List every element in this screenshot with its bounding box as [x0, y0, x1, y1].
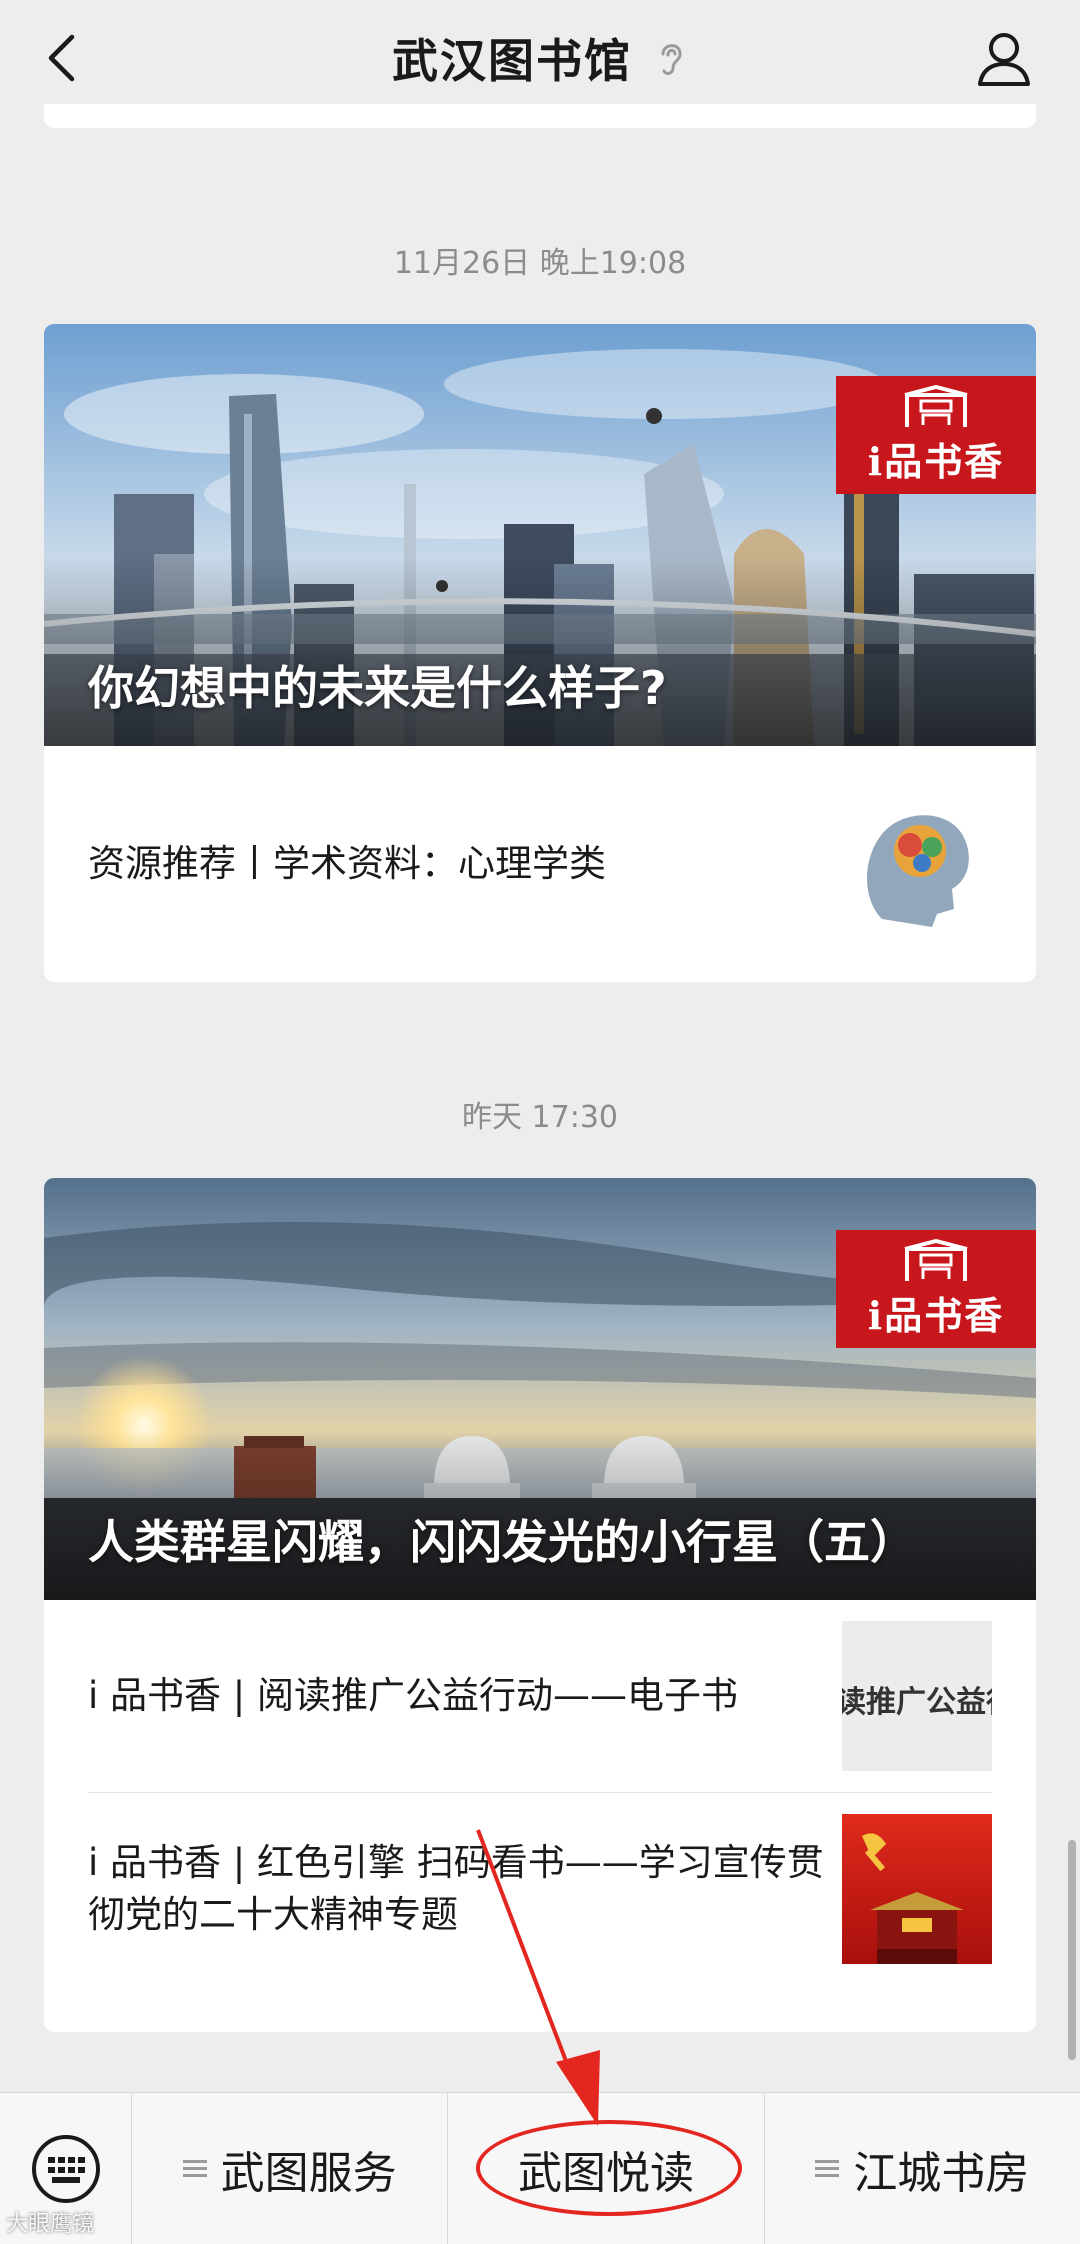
page-title: 武汉图书馆: [392, 34, 632, 88]
library-logo-icon: [904, 1238, 968, 1281]
list-item[interactable]: 资源推荐丨学术资料：心理学类: [88, 746, 992, 982]
article-cover[interactable]: i品书香 人类群星闪耀，闪闪发光的小行星（五）: [44, 1178, 1036, 1600]
keyboard-icon: [31, 2134, 100, 2203]
previous-message-card[interactable]: [44, 104, 1036, 128]
sub-article-title[interactable]: i 品书香 | 红色引擎 扫码看书——学习宣传贯彻党的二十大精神专题: [88, 1837, 828, 1941]
article-card[interactable]: i品书香 你幻想中的未来是什么样子? 资源推荐丨学术资料：心理学类: [44, 324, 1036, 982]
menu-item-label: 江城书房: [853, 2147, 1030, 2199]
menu-item-study-room[interactable]: 江城书房: [763, 2093, 1080, 2244]
party-emblem-thumbnail: [842, 1813, 992, 1964]
back-chevron-icon[interactable]: [36, 28, 86, 88]
watermark: 大眼鹰镜: [6, 2212, 95, 2237]
article-headline[interactable]: 人类群星闪耀，闪闪发光的小行星（五）: [88, 1506, 996, 1572]
sub-article-title[interactable]: i 品书香 | 阅读推广公益行动——电子书: [88, 1670, 828, 1722]
user-icon[interactable]: [972, 26, 1036, 90]
brand-badge: i品书香: [836, 376, 1036, 494]
menu-item-services[interactable]: 武图服务: [132, 2093, 447, 2244]
message-timestamp: 昨天 17:30: [462, 1100, 618, 1135]
submenu-lines-icon: [815, 2159, 840, 2177]
brand-badge: i品书香: [836, 1230, 1036, 1348]
scrollbar[interactable]: [1068, 1840, 1076, 2060]
thumbnail-caption: 读推广公益行: [842, 1685, 992, 1720]
library-logo-icon: [904, 384, 968, 427]
top-nav-bar: 武汉图书馆: [0, 0, 1080, 116]
message-timestamp: 11月26日 晚上19:08: [393, 246, 687, 281]
article-card[interactable]: i品书香 人类群星闪耀，闪闪发光的小行星（五） i 品书香 | 阅读推广公益行动…: [44, 1178, 1036, 2032]
article-headline[interactable]: 你幻想中的未来是什么样子?: [88, 652, 996, 718]
list-item[interactable]: i 品书香 | 红色引擎 扫码看书——学习宣传贯彻党的二十大精神专题: [88, 1792, 992, 1984]
article-cover[interactable]: i品书香 你幻想中的未来是什么样子?: [44, 324, 1036, 746]
list-item[interactable]: i 品书香 | 阅读推广公益行动——电子书 读推广公益行: [88, 1600, 992, 1792]
submenu-lines-icon: [182, 2159, 207, 2177]
brain-thumbnail: [842, 789, 992, 939]
annotation-highlight-ellipse: [476, 2120, 742, 2216]
ear-icon[interactable]: [654, 38, 688, 78]
reading-promo-thumbnail: 读推广公益行: [842, 1621, 992, 1771]
badge-label: i品书香: [867, 1292, 1005, 1338]
sub-article-title[interactable]: 资源推荐丨学术资料：心理学类: [88, 838, 828, 890]
menu-item-label: 武图服务: [220, 2147, 397, 2199]
badge-label: i品书香: [867, 438, 1005, 484]
